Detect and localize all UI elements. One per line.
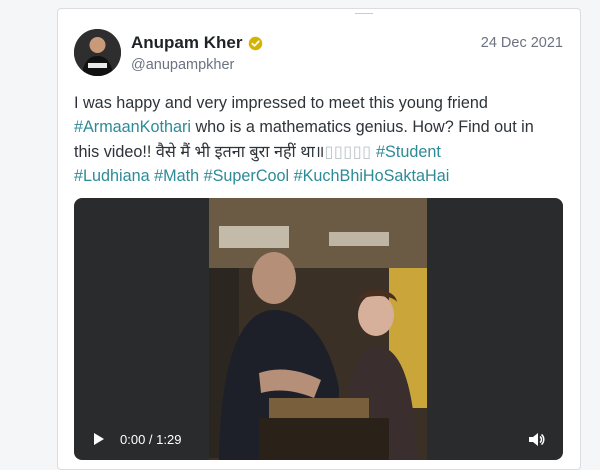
- hashtag-math[interactable]: #Math: [154, 167, 199, 185]
- tweet-card: Anupam Kher @anupampkher 24 Dec 2021 I w…: [57, 8, 581, 470]
- verified-badge-icon: [249, 36, 263, 50]
- hashtag-student[interactable]: #Student: [376, 143, 441, 161]
- post-text-line1: I was happy and very impressed to meet t…: [74, 94, 488, 112]
- play-icon[interactable]: [92, 432, 106, 446]
- post-date[interactable]: 24 Dec 2021: [481, 35, 563, 51]
- video-player[interactable]: 0:00 / 1:29: [74, 198, 563, 460]
- card-top-divider: [355, 3, 373, 14]
- post-text-hindi: this video!! वैसे मैं भी इतना बुरा नहीं …: [74, 142, 325, 161]
- author-handle[interactable]: @anupampkher: [131, 57, 234, 73]
- emoji-placeholder: ▯▯▯▯▯: [324, 142, 372, 161]
- video-controls: 0:00 / 1:29: [74, 418, 563, 460]
- hashtag-ludhiana[interactable]: #Ludhiana: [74, 167, 150, 185]
- avatar-image: [74, 29, 121, 76]
- post-text-line2: who is a mathematics genius. How? Find o…: [190, 118, 534, 137]
- hashtag-armaankothari[interactable]: #ArmaanKothari: [74, 118, 191, 136]
- hashtag-supercool[interactable]: #SuperCool: [204, 167, 290, 185]
- author-name[interactable]: Anupam Kher: [131, 33, 242, 53]
- video-time: 0:00 / 1:29: [120, 431, 182, 447]
- hashtag-kuchbhihosaktahai[interactable]: #KuchBhiHoSaktaHai: [294, 167, 450, 185]
- post-text: I was happy and very impressed to meet t…: [74, 91, 570, 189]
- volume-icon[interactable]: [528, 432, 545, 447]
- avatar[interactable]: [74, 29, 121, 76]
